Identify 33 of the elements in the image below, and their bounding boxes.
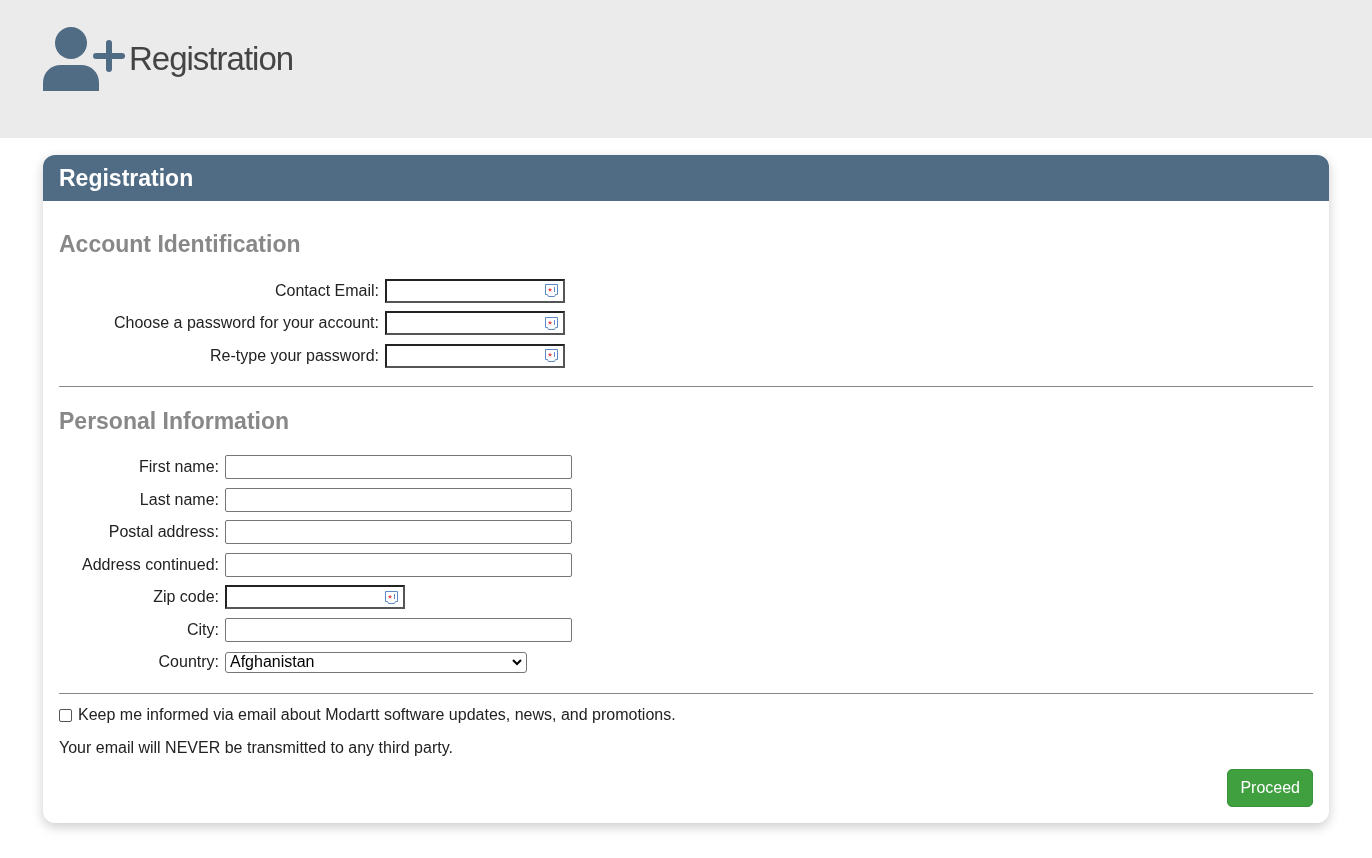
chevron-down-icon xyxy=(512,658,522,666)
input-field[interactable] xyxy=(225,455,572,479)
country-select[interactable]: Afghanistan xyxy=(225,651,527,673)
field-label: First name: xyxy=(138,457,219,477)
page-title: Registration xyxy=(129,39,294,79)
newsletter-checkbox[interactable] xyxy=(59,708,72,722)
input-field[interactable] xyxy=(225,552,572,577)
input-field[interactable] xyxy=(385,343,565,368)
section-heading: Personal Information xyxy=(59,406,291,436)
card-title: Registration xyxy=(59,163,194,193)
input-field[interactable] xyxy=(225,487,572,512)
field-label: Contact Email: xyxy=(273,280,379,301)
field-label: Address continued: xyxy=(81,554,219,575)
input-field[interactable] xyxy=(225,585,405,609)
field-label: Zip code: xyxy=(152,587,219,607)
section-heading: Account Identification xyxy=(59,230,302,259)
input-field[interactable] xyxy=(385,278,565,303)
field-label: Postal address: xyxy=(107,522,219,542)
privacy-note: Your email will NEVER be transmitted to any third party. xyxy=(59,738,454,758)
input-field[interactable] xyxy=(225,617,572,642)
add-user-icon xyxy=(43,26,125,91)
autofill-icon[interactable] xyxy=(544,283,559,298)
field-label: Re-type your password: xyxy=(209,345,379,366)
field-label: Country: xyxy=(157,652,219,672)
autofill-icon[interactable] xyxy=(384,589,399,605)
input-field[interactable] xyxy=(225,520,572,544)
newsletter-label: Keep me informed via email about Modartt software updates, news, and promotions. xyxy=(78,705,676,725)
input-field[interactable] xyxy=(385,311,565,335)
field-label: Choose a password for your account: xyxy=(112,313,379,333)
field-label: City: xyxy=(186,619,219,640)
autofill-icon[interactable] xyxy=(544,315,559,331)
autofill-icon[interactable] xyxy=(544,348,559,363)
field-label: Last name: xyxy=(138,489,219,510)
